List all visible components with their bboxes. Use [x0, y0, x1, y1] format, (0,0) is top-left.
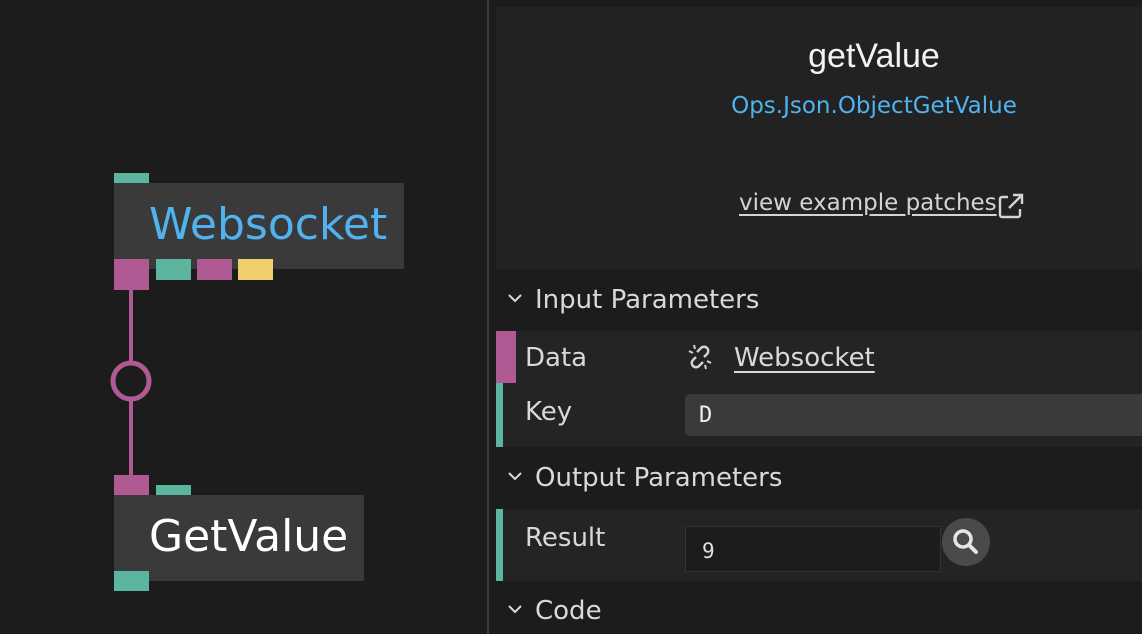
- output-parameters-header[interactable]: Output Parameters: [496, 455, 1142, 501]
- op-path-link[interactable]: Ops.Json.ObjectGetValue: [489, 93, 1142, 119]
- input-parameters-label: Input Parameters: [535, 285, 760, 315]
- getvalue-node[interactable]: GetValue: [114, 495, 364, 581]
- search-icon: [953, 529, 978, 554]
- linked-op-websocket-link[interactable]: Websocket: [734, 343, 875, 373]
- output-parameters-label: Output Parameters: [535, 463, 783, 493]
- inspect-result-button[interactable]: [942, 518, 990, 566]
- view-example-patches-link[interactable]: view example patches: [739, 190, 997, 216]
- code-header[interactable]: Code: [496, 588, 1142, 634]
- input-parameters-header[interactable]: Input Parameters: [496, 277, 1142, 323]
- param-type-bar-string: [496, 383, 503, 447]
- patch-canvas[interactable]: Websocket GetValue: [0, 0, 487, 634]
- param-type-bar-number: [496, 509, 503, 581]
- websocket-output-port-trigger[interactable]: [156, 259, 191, 280]
- connection-cable[interactable]: [100, 285, 160, 485]
- param-label-data: Data: [525, 343, 588, 373]
- chevron-down-icon: [508, 605, 522, 614]
- inspector-panel: getValue Ops.Json.ObjectGetValue view ex…: [489, 0, 1142, 634]
- websocket-node-title: Websocket: [149, 199, 388, 250]
- op-info-box: getValue Ops.Json.ObjectGetValue view ex…: [496, 7, 1142, 269]
- chevron-down-icon: [508, 472, 522, 481]
- param-label-result: Result: [525, 523, 606, 553]
- websocket-output-port-string[interactable]: [238, 259, 273, 280]
- param-label-key: Key: [525, 397, 573, 427]
- websocket-output-port-object-2[interactable]: [197, 259, 232, 280]
- websocket-node[interactable]: Websocket: [114, 183, 404, 269]
- getvalue-output-port-trigger[interactable]: [114, 571, 149, 591]
- chevron-down-icon: [508, 294, 522, 303]
- param-type-bar-object: [496, 331, 516, 383]
- code-label: Code: [535, 596, 602, 626]
- external-link-icon[interactable]: [996, 191, 1026, 221]
- op-title: getValue: [808, 37, 940, 75]
- param-row-data: Data Websocket: [496, 331, 1142, 383]
- key-input[interactable]: [685, 394, 1142, 436]
- getvalue-node-title: GetValue: [149, 511, 349, 562]
- unlink-icon[interactable]: [686, 343, 714, 371]
- result-value: 9: [685, 526, 941, 572]
